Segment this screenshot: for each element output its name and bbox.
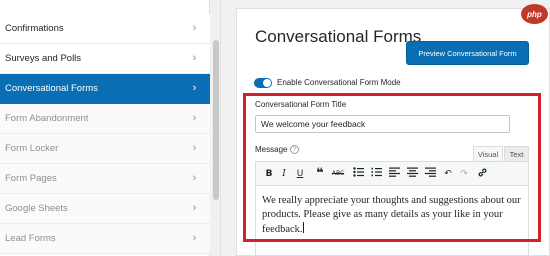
- sidebar-item-label: Lead Forms: [5, 233, 56, 244]
- sidebar-item-label: Surveys and Polls: [5, 53, 82, 64]
- sidebar-item-confirmations[interactable]: Confirmations ›: [0, 14, 210, 44]
- chevron-right-icon: ›: [192, 142, 197, 154]
- settings-sidebar: Confirmations › Surveys and Polls › Conv…: [0, 0, 210, 256]
- chevron-right-icon: ›: [192, 112, 197, 124]
- scrollbar-thumb[interactable]: [213, 40, 219, 200]
- preview-conversational-form-button[interactable]: Preview Conversational Form: [406, 41, 529, 65]
- sidebar-item-label: Form Abandonment: [5, 113, 89, 124]
- sidebar-item-surveys-and-polls[interactable]: Surveys and Polls ›: [0, 44, 210, 74]
- sidebar-item-form-abandonment[interactable]: Form Abandonment ›: [0, 104, 210, 134]
- sidebar-item-label: Form Pages: [5, 173, 57, 184]
- sidebar-item-lead-forms[interactable]: Lead Forms ›: [0, 224, 210, 254]
- sidebar-item-form-pages[interactable]: Form Pages ›: [0, 164, 210, 194]
- page-title: Conversational Forms: [255, 27, 422, 46]
- toggle-knob: [263, 79, 271, 87]
- sidebar-item-google-sheets[interactable]: Google Sheets ›: [0, 194, 210, 224]
- chevron-right-icon: ›: [192, 202, 197, 214]
- highlight-outline: [243, 93, 541, 242]
- chevron-right-icon: ›: [192, 22, 197, 34]
- sidebar-item-conversational-forms[interactable]: Conversational Forms ›: [0, 74, 210, 104]
- enable-conversational-mode-toggle[interactable]: [254, 78, 272, 88]
- chevron-right-icon: ›: [192, 232, 197, 244]
- sidebar-item-label: Conversational Forms: [5, 83, 98, 94]
- sidebar-item-label: Confirmations: [5, 23, 64, 34]
- php-logo: php: [521, 4, 548, 24]
- sidebar-item-label: Form Locker: [5, 143, 59, 154]
- toggle-label: Enable Conversational Form Mode: [277, 78, 401, 87]
- chevron-right-icon: ›: [192, 172, 197, 184]
- sidebar-item-form-locker[interactable]: Form Locker ›: [0, 134, 210, 164]
- chevron-right-icon: ›: [192, 52, 197, 64]
- chevron-right-icon: ›: [192, 82, 197, 94]
- sidebar-item-label: Google Sheets: [5, 203, 68, 214]
- sidebar-scrollbar[interactable]: [211, 0, 221, 256]
